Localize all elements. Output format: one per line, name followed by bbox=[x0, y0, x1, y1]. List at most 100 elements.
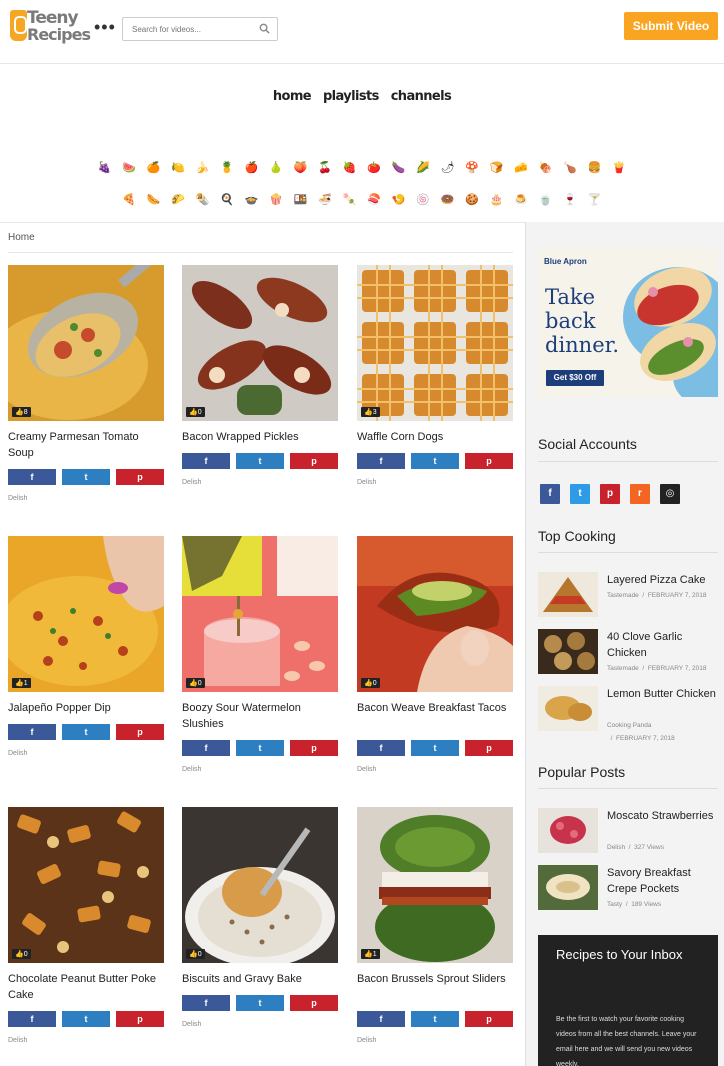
video-thumbnail[interactable]: 👍1 bbox=[8, 536, 164, 692]
facebook-share-button[interactable]: f bbox=[357, 1011, 405, 1027]
post-thumbnail[interactable] bbox=[538, 629, 598, 674]
facebook-share-button[interactable]: f bbox=[357, 740, 405, 756]
category-icon[interactable]: 🍞 bbox=[485, 161, 510, 175]
category-icon[interactable]: 🍱 bbox=[289, 193, 314, 207]
category-icon[interactable]: 🍆 bbox=[387, 161, 412, 175]
video-card[interactable]: 👍1 Bacon Brussels Sprout Sliders f t p D… bbox=[357, 807, 513, 1044]
video-thumbnail[interactable]: 👍0 bbox=[182, 265, 338, 421]
category-icon[interactable]: 🍒 bbox=[313, 161, 338, 175]
pinterest-icon[interactable]: p bbox=[600, 484, 620, 504]
category-icon[interactable]: 🍷 bbox=[558, 193, 583, 207]
category-icon[interactable]: 🍿 bbox=[264, 193, 289, 207]
video-title[interactable]: Boozy Sour Watermelon Slushies bbox=[182, 700, 338, 732]
more-menu-icon[interactable]: ••• bbox=[94, 18, 116, 36]
video-thumbnail[interactable]: 👍0 bbox=[182, 536, 338, 692]
search-icon[interactable] bbox=[259, 23, 270, 34]
category-icon[interactable]: 🍮 bbox=[509, 193, 534, 207]
video-thumbnail[interactable]: 👍1 bbox=[357, 807, 513, 963]
video-source[interactable]: Delish bbox=[8, 750, 164, 757]
video-thumbnail[interactable]: 👍3 bbox=[357, 265, 513, 421]
pinterest-share-button[interactable]: p bbox=[290, 995, 338, 1011]
site-logo[interactable]: Teeny Recipes bbox=[10, 8, 91, 44]
video-card[interactable]: 👍0 Boozy Sour Watermelon Slushies f t p … bbox=[182, 536, 338, 773]
video-source[interactable]: Delish bbox=[182, 1021, 338, 1028]
video-source[interactable]: Delish bbox=[182, 766, 338, 773]
video-card[interactable]: 👍0 Bacon Wrapped Pickles f t p Delish bbox=[182, 265, 338, 486]
rss-icon[interactable]: r bbox=[630, 484, 650, 504]
video-title[interactable]: Bacon Wrapped Pickles bbox=[182, 429, 338, 445]
video-title[interactable]: Bacon Weave Breakfast Tacos bbox=[357, 700, 513, 732]
video-title[interactable]: Chocolate Peanut Butter Poke Cake bbox=[8, 971, 164, 1003]
category-icon[interactable]: 🍌 bbox=[191, 161, 216, 175]
video-card[interactable]: 👍3 Waffle Corn Dogs f t p Delish bbox=[357, 265, 513, 486]
post-title[interactable]: Savory Breakfast Crepe Pockets bbox=[607, 865, 719, 897]
category-icon[interactable]: 🍅 bbox=[362, 161, 387, 175]
twitter-share-button[interactable]: t bbox=[236, 740, 284, 756]
twitter-icon[interactable]: t bbox=[570, 484, 590, 504]
category-icon[interactable]: 🍟 bbox=[607, 161, 632, 175]
twitter-share-button[interactable]: t bbox=[236, 453, 284, 469]
pinterest-share-button[interactable]: p bbox=[116, 469, 164, 485]
category-icon[interactable]: 🍄 bbox=[460, 161, 485, 175]
post-title[interactable]: 40 Clove Garlic Chicken bbox=[607, 629, 719, 661]
nav-item-channels[interactable]: channels bbox=[391, 89, 452, 104]
video-card[interactable]: 👍0 Bacon Weave Breakfast Tacos f t p Del… bbox=[357, 536, 513, 773]
facebook-icon[interactable]: f bbox=[540, 484, 560, 504]
post-thumbnail[interactable] bbox=[538, 808, 598, 853]
top-cooking-item[interactable]: Layered Pizza Cake Tastemade / FEBRUARY … bbox=[538, 572, 718, 618]
video-title[interactable]: Biscuits and Gravy Bake bbox=[182, 971, 338, 987]
post-title[interactable]: Moscato Strawberries bbox=[607, 808, 719, 824]
video-card[interactable]: 👍8 Creamy Parmesan Tomato Soup f t p Del… bbox=[8, 265, 164, 502]
video-source[interactable]: Delish bbox=[182, 479, 338, 486]
video-thumbnail[interactable]: 👍0 bbox=[357, 536, 513, 692]
post-title[interactable]: Lemon Butter Chicken bbox=[607, 686, 719, 702]
breadcrumb[interactable]: Home bbox=[8, 232, 35, 243]
twitter-share-button[interactable]: t bbox=[411, 1011, 459, 1027]
video-source[interactable]: Delish bbox=[8, 1037, 164, 1044]
post-thumbnail[interactable] bbox=[538, 572, 598, 617]
category-icon[interactable]: 🧀 bbox=[509, 161, 534, 175]
category-icon[interactable]: 🍖 bbox=[534, 161, 559, 175]
top-cooking-item[interactable]: 40 Clove Garlic Chicken Tastemade / FEBR… bbox=[538, 629, 718, 675]
video-source[interactable]: Delish bbox=[357, 479, 513, 486]
category-icon[interactable]: 🌽 bbox=[411, 161, 436, 175]
facebook-share-button[interactable]: f bbox=[182, 453, 230, 469]
post-source[interactable]: Tastemade bbox=[607, 665, 639, 672]
category-icon[interactable]: 🌶 bbox=[436, 161, 461, 175]
post-thumbnail[interactable] bbox=[538, 865, 598, 910]
facebook-share-button[interactable]: f bbox=[182, 995, 230, 1011]
pinterest-share-button[interactable]: p bbox=[290, 453, 338, 469]
category-icon[interactable]: 🍸 bbox=[583, 193, 608, 207]
search-input[interactable] bbox=[123, 18, 251, 40]
category-icon[interactable]: 🍥 bbox=[411, 193, 436, 207]
video-thumbnail[interactable]: 👍8 bbox=[8, 265, 164, 421]
post-title[interactable]: Layered Pizza Cake bbox=[607, 572, 719, 588]
video-thumbnail[interactable]: 👍0 bbox=[182, 807, 338, 963]
video-card[interactable]: 👍0 Biscuits and Gravy Bake f t p Delish bbox=[182, 807, 338, 1028]
ad-cta-button[interactable]: Get $30 Off bbox=[546, 370, 604, 386]
video-title[interactable]: Waffle Corn Dogs bbox=[357, 429, 513, 445]
category-icon[interactable]: 🍜 bbox=[313, 193, 338, 207]
category-icon[interactable]: 🍩 bbox=[436, 193, 461, 207]
category-icon[interactable]: 🌯 bbox=[191, 193, 216, 207]
pinterest-share-button[interactable]: p bbox=[465, 740, 513, 756]
category-icon[interactable]: 🌭 bbox=[142, 193, 167, 207]
facebook-share-button[interactable]: f bbox=[357, 453, 405, 469]
video-title[interactable]: Bacon Brussels Sprout Sliders bbox=[357, 971, 513, 1003]
top-cooking-item[interactable]: Lemon Butter Chicken Cooking Panda / FEB… bbox=[538, 686, 718, 746]
category-icon[interactable]: 🍎 bbox=[240, 161, 265, 175]
twitter-share-button[interactable]: t bbox=[236, 995, 284, 1011]
video-source[interactable]: Delish bbox=[8, 495, 164, 502]
pinterest-share-button[interactable]: p bbox=[290, 740, 338, 756]
category-icon[interactable]: 🍲 bbox=[240, 193, 265, 207]
twitter-share-button[interactable]: t bbox=[62, 1011, 110, 1027]
video-thumbnail[interactable]: 👍0 bbox=[8, 807, 164, 963]
category-icon[interactable]: 🍡 bbox=[338, 193, 363, 207]
category-icon[interactable]: 🍵 bbox=[534, 193, 559, 207]
post-source[interactable]: Tasty bbox=[607, 901, 622, 908]
post-source[interactable]: Delish bbox=[607, 844, 625, 851]
video-source[interactable]: Delish bbox=[357, 766, 513, 773]
video-title[interactable]: Creamy Parmesan Tomato Soup bbox=[8, 429, 164, 461]
pinterest-share-button[interactable]: p bbox=[465, 1011, 513, 1027]
facebook-share-button[interactable]: f bbox=[8, 724, 56, 740]
